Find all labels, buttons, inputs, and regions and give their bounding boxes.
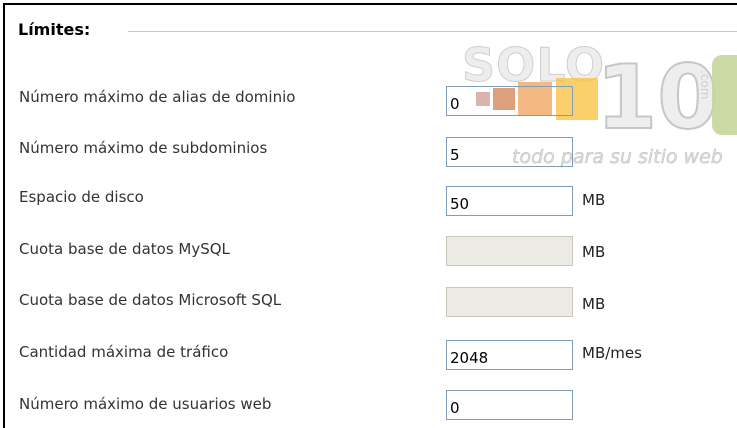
max-subdomains-input[interactable] bbox=[446, 137, 573, 167]
max-domain-aliases-input[interactable] bbox=[446, 86, 573, 116]
legend-divider bbox=[128, 31, 737, 32]
max-web-users-input[interactable] bbox=[446, 390, 573, 420]
limits-panel-frame bbox=[3, 3, 737, 428]
mysql-quota-unit: MB bbox=[582, 243, 606, 261]
section-legend: Límites: bbox=[18, 20, 91, 39]
label-mssql-quota: Cuota base de datos Microsoft SQL bbox=[19, 291, 282, 309]
label-disk-space: Espacio de disco bbox=[19, 188, 144, 206]
label-max-web-users: Número máximo de usuarios web bbox=[19, 395, 272, 413]
label-max-domain-aliases: Número máximo de alias de dominio bbox=[19, 88, 296, 106]
max-traffic-unit: MB/mes bbox=[582, 344, 642, 362]
mssql-quota-input bbox=[446, 287, 573, 317]
label-max-subdomains: Número máximo de subdominios bbox=[19, 139, 268, 157]
mysql-quota-input bbox=[446, 236, 573, 266]
label-max-traffic: Cantidad máxima de tráfico bbox=[19, 343, 229, 361]
mssql-quota-unit: MB bbox=[582, 295, 606, 313]
label-mysql-quota: Cuota base de datos MySQL bbox=[19, 240, 230, 258]
max-traffic-input[interactable] bbox=[446, 340, 573, 370]
disk-space-unit: MB bbox=[582, 191, 606, 209]
disk-space-input[interactable] bbox=[446, 186, 573, 216]
